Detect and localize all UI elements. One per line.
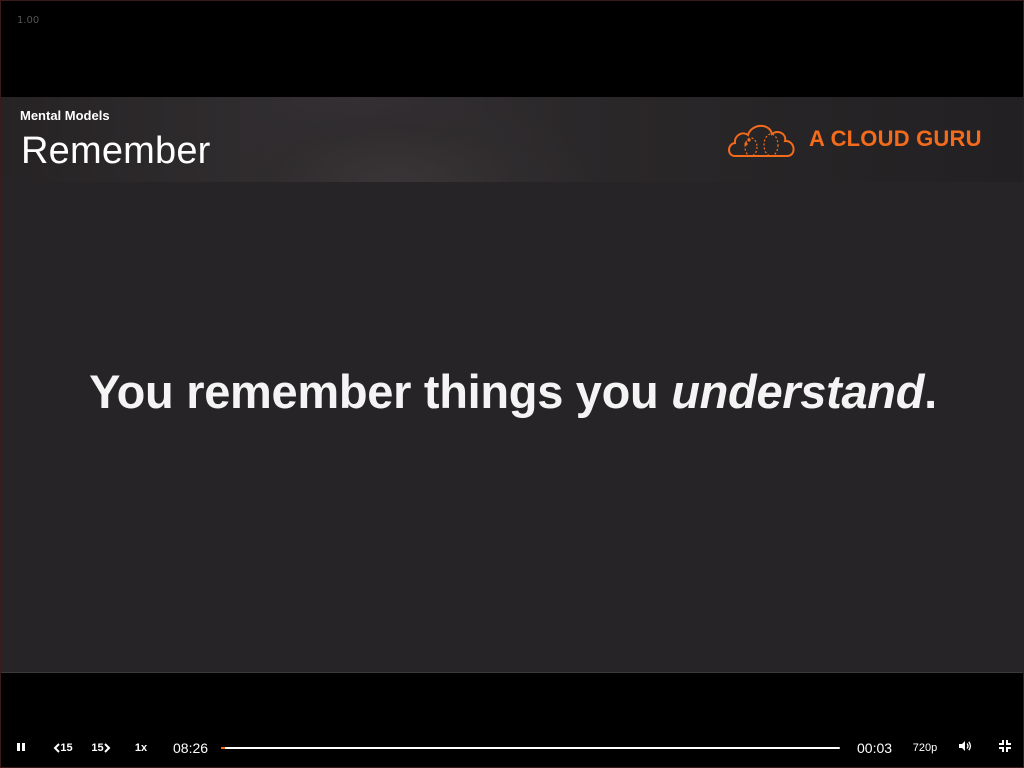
volume-icon (958, 739, 972, 757)
progress-fill (221, 747, 225, 749)
rewind-15-label: 15 (60, 742, 73, 754)
video-frame[interactable]: Mental Models Remember A CLOUD GURU You … (1, 97, 1023, 673)
quote-period: . (924, 364, 937, 418)
exit-fullscreen-icon (999, 739, 1011, 757)
slide-quote: You remember things you understand. (89, 364, 937, 419)
cloud-logo-icon (725, 118, 799, 160)
brand-logo: A CLOUD GURU (725, 117, 982, 161)
pause-icon (16, 739, 26, 757)
presenter-background (201, 97, 591, 182)
quality-label: 720p (912, 742, 938, 754)
slide-header: Mental Models Remember A CLOUD GURU (1, 97, 1023, 182)
forward-15-icon: 15 (91, 742, 111, 754)
video-player[interactable]: 1.00 Mental Models Remember A CLOUD GURU (0, 0, 1024, 768)
rewind-15-button[interactable]: 15 (49, 731, 77, 765)
quality-button[interactable]: 720p (907, 731, 943, 765)
exit-fullscreen-button[interactable] (993, 731, 1017, 765)
quote-text: You remember things you (89, 364, 672, 418)
progress-bar[interactable] (221, 747, 840, 749)
playback-rate-readout: 1.00 (17, 15, 40, 26)
current-time: 00:03 (857, 740, 893, 756)
brand-name: A CLOUD GURU (809, 126, 982, 151)
slide-subtitle: Mental Models (20, 108, 110, 123)
duration-time: 08:26 (173, 740, 209, 756)
playback-speed-label: 1x (134, 742, 148, 754)
forward-15-label: 15 (91, 742, 104, 754)
rewind-15-icon: 15 (53, 742, 73, 754)
quote-emphasis: understand (671, 364, 925, 418)
slide-body: You remember things you understand. (1, 182, 1023, 672)
pause-button[interactable] (9, 731, 33, 765)
volume-button[interactable] (953, 731, 977, 765)
forward-15-button[interactable]: 15 (87, 731, 115, 765)
control-bar: 15 15 1x 08:26 00:03 720p (1, 731, 1023, 765)
slide-title: Remember (21, 130, 211, 172)
playback-speed-button[interactable]: 1x (129, 731, 153, 765)
